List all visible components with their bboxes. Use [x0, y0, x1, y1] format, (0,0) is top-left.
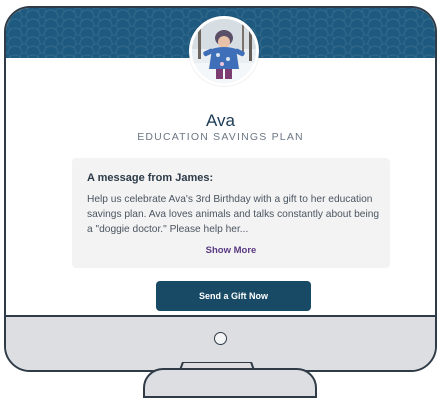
show-more-link[interactable]: Show More	[72, 245, 390, 256]
power-button-icon	[213, 332, 227, 345]
send-gift-button[interactable]: Send a Gift Now	[156, 281, 311, 311]
monitor-frame: Ava EDUCATION SAVINGS PLAN A message fro…	[4, 6, 437, 384]
message-body: Help us celebrate Ava's 3rd Birthday wit…	[87, 194, 380, 235]
message-title: A message from James:	[87, 172, 214, 184]
avatar	[189, 16, 259, 86]
monitor-base	[143, 368, 317, 398]
plan-label: EDUCATION SAVINGS PLAN	[137, 131, 304, 143]
message-card: A message from James: Help us celebrate …	[72, 158, 390, 268]
child-photo	[192, 19, 256, 83]
monitor-screen: Ava EDUCATION SAVINGS PLAN A message fro…	[4, 6, 437, 372]
profile-name: Ava	[206, 111, 235, 130]
